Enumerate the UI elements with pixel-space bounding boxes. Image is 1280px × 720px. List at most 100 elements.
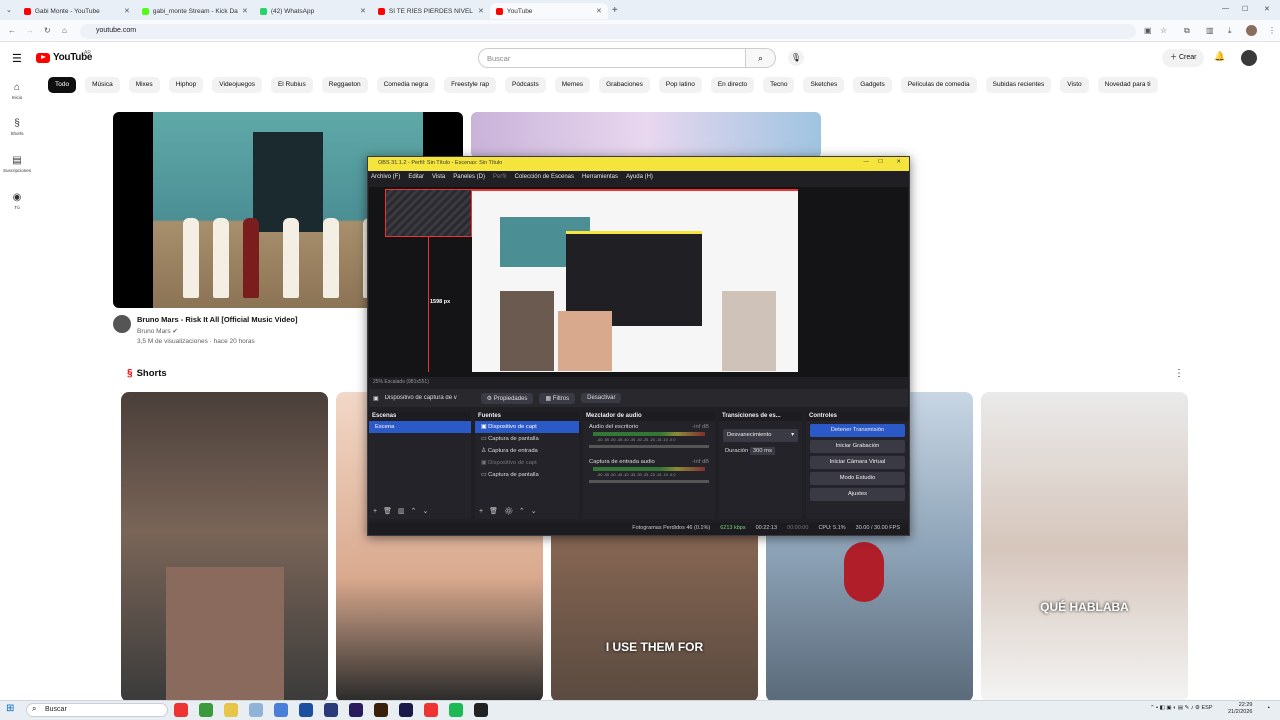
source-item[interactable]: ▣ Dispositivo de capt — [475, 421, 579, 433]
video-channel[interactable]: Bruno Mars ✔ — [137, 327, 178, 335]
more-options-icon[interactable]: ⋮ — [1174, 368, 1184, 379]
chrome-profile-icon[interactable] — [199, 703, 213, 717]
obs-window[interactable]: OBS 31.1.2 - Perfil: Sin Título - Escena… — [367, 156, 910, 536]
chrome-icon[interactable] — [424, 703, 438, 717]
channel-avatar[interactable] — [113, 315, 131, 333]
browser-tab[interactable]: gabi_monte Stream - Kick Dash ✕ — [136, 3, 254, 19]
chip[interactable]: Pódcasts — [505, 77, 546, 93]
obs-menu-item[interactable]: Ayuda (H) — [626, 174, 653, 182]
obs-icon[interactable] — [474, 703, 488, 717]
chip[interactable]: Comedia negra — [376, 77, 436, 93]
maximize-icon[interactable]: ☐ — [1242, 5, 1248, 13]
close-tab-icon[interactable]: ✕ — [124, 7, 130, 15]
downloads-icon[interactable]: ⤓ — [1228, 26, 1232, 36]
source-toolbar-icons[interactable]: +🗑⚙⌃⌄ — [479, 507, 543, 515]
chip[interactable]: Sketches — [803, 77, 845, 93]
duration-input[interactable]: 300 ms — [749, 447, 775, 455]
scene-item[interactable]: Escena — [369, 421, 471, 433]
filters-button[interactable]: ▦ Filtros — [539, 392, 576, 404]
close-tab-icon[interactable]: ✕ — [360, 7, 366, 15]
after-effects-icon[interactable] — [399, 703, 413, 717]
stop-streaming-button[interactable]: Detener Transmisión — [810, 424, 905, 437]
extensions-icon[interactable]: ⧉ — [1184, 26, 1190, 36]
studio-mode-button[interactable]: Modo Estudio — [810, 472, 905, 485]
home-icon[interactable]: ⌂ — [62, 26, 67, 35]
obs-maximize-icon[interactable]: ☐ — [878, 159, 883, 165]
tab-search-icon[interactable]: ⌄ — [6, 6, 12, 14]
obs-menu-item[interactable]: Perfil — [493, 174, 507, 182]
system-tray[interactable]: ⌃ ▪ ◧ ▣ ◐ ▤ ✎ ♪ ⚙ ESP — [1150, 705, 1213, 711]
chip[interactable]: Videojuegos — [212, 77, 262, 93]
source-item[interactable]: ▭ Captura de pantalla — [475, 433, 579, 445]
obs-menu-item[interactable]: Paneles (D) — [453, 174, 485, 182]
chrome-icon[interactable] — [174, 703, 188, 717]
url-field[interactable]: youtube.com — [80, 24, 1136, 39]
chip[interactable]: Pop latino — [658, 77, 702, 93]
photoshop-icon[interactable] — [299, 703, 313, 717]
browser-tab[interactable]: Gabi Monte - YouTube ✕ — [18, 3, 136, 19]
source-bounding-box[interactable] — [385, 189, 472, 237]
browser-tab-active[interactable]: YouTube ✕ — [489, 3, 608, 19]
new-tab-button[interactable]: + — [612, 5, 618, 16]
spotify-icon[interactable] — [449, 703, 463, 717]
chip[interactable]: El Rubius — [270, 77, 313, 93]
side-nav-home[interactable]: ⌂ Inicio — [2, 82, 32, 100]
windows-start-icon[interactable]: ⊞ — [6, 703, 14, 714]
sidebar-icon[interactable]: ▥ — [1206, 26, 1214, 35]
chip[interactable]: Visto — [1060, 77, 1089, 93]
video-title[interactable]: Bruno Mars - Risk It All [Official Music… — [137, 315, 297, 324]
start-virtual-camera-button[interactable]: Iniciar Cámara Virtual — [810, 456, 905, 469]
short-card[interactable]: QUÉ HABLABA — [981, 392, 1188, 702]
minimize-icon[interactable]: — — [1222, 5, 1229, 12]
account-avatar[interactable] — [1241, 50, 1257, 66]
settings-button[interactable]: Ajustes — [810, 488, 905, 501]
chip[interactable]: Hiphop — [168, 77, 204, 93]
chip[interactable]: Novedad para ti — [1097, 77, 1158, 93]
chip[interactable]: Grabaciones — [599, 77, 650, 93]
obs-menu-item[interactable]: Editar — [408, 174, 424, 182]
source-item[interactable]: ▣ Dispositivo de capt — [475, 457, 579, 469]
chip-todo[interactable]: Todo — [48, 77, 77, 93]
chip[interactable]: Tecno — [763, 77, 795, 93]
search-button[interactable]: ⌕ — [746, 48, 776, 68]
notifications-icon[interactable]: ◔ — [1266, 705, 1270, 712]
chip[interactable]: Gadgets — [853, 77, 892, 93]
short-card[interactable] — [121, 392, 328, 702]
scene-toolbar-icons[interactable]: +🗑▥⌃⌄ — [373, 507, 434, 515]
obs-minimize-icon[interactable]: — — [864, 159, 870, 165]
chip[interactable]: Freestyle rap — [444, 77, 496, 93]
chip[interactable]: Memes — [554, 77, 591, 93]
source-item[interactable]: ♙ Captura de entrada — [475, 445, 579, 457]
side-nav-subscriptions[interactable]: ▤ Suscripciones — [2, 155, 32, 173]
close-tab-icon[interactable]: ✕ — [596, 7, 602, 15]
obs-close-icon[interactable]: ✕ — [896, 159, 901, 165]
side-nav-shorts[interactable]: § Shorts — [2, 118, 32, 136]
source-item[interactable]: ▭ Captura de pantalla — [475, 469, 579, 481]
zoom-level[interactable]: 25% Escalado (981x551) — [373, 379, 429, 385]
forward-icon[interactable]: → — [26, 26, 34, 35]
reload-icon[interactable]: ↻ — [44, 26, 51, 35]
obs-preview[interactable]: 1598 px 25% Escalado (981x551) — [369, 187, 908, 385]
premiere-icon[interactable] — [349, 703, 363, 717]
taskbar-clock[interactable]: 22:29 21/2/2026 — [1228, 702, 1252, 716]
chip[interactable]: Subidas recientes — [985, 77, 1052, 93]
video-thumbnail[interactable] — [471, 112, 821, 158]
illustrator-icon[interactable] — [374, 703, 388, 717]
file-explorer-icon[interactable] — [224, 703, 238, 717]
chip[interactable]: Música — [85, 77, 120, 93]
profile-avatar[interactable] — [1246, 25, 1257, 36]
taskbar-search[interactable]: Buscar — [26, 703, 168, 717]
obs-menu-item[interactable]: Colección de Escenas — [515, 174, 574, 182]
obs-title-bar[interactable]: OBS 31.1.2 - Perfil: Sin Título - Escena… — [368, 157, 909, 171]
obs-menu-item[interactable]: Vista — [432, 174, 445, 182]
app-icon[interactable] — [324, 703, 338, 717]
create-button[interactable]: ＋ Crear — [1162, 49, 1205, 67]
volume-slider[interactable] — [589, 480, 709, 483]
hamburger-menu-icon[interactable]: ☰ — [12, 52, 22, 65]
browser-tab[interactable]: SI TE RÍES PIERDES NIVEL DIOS✕ — [372, 3, 490, 19]
chip[interactable]: Reggaeton — [321, 77, 368, 93]
browser-tab[interactable]: (42) WhatsApp ✕ — [254, 3, 372, 19]
properties-button[interactable]: ⚙ Propiedades — [480, 392, 534, 404]
app-icon[interactable] — [274, 703, 288, 717]
obs-menu-item[interactable]: Herramientas — [582, 174, 618, 182]
